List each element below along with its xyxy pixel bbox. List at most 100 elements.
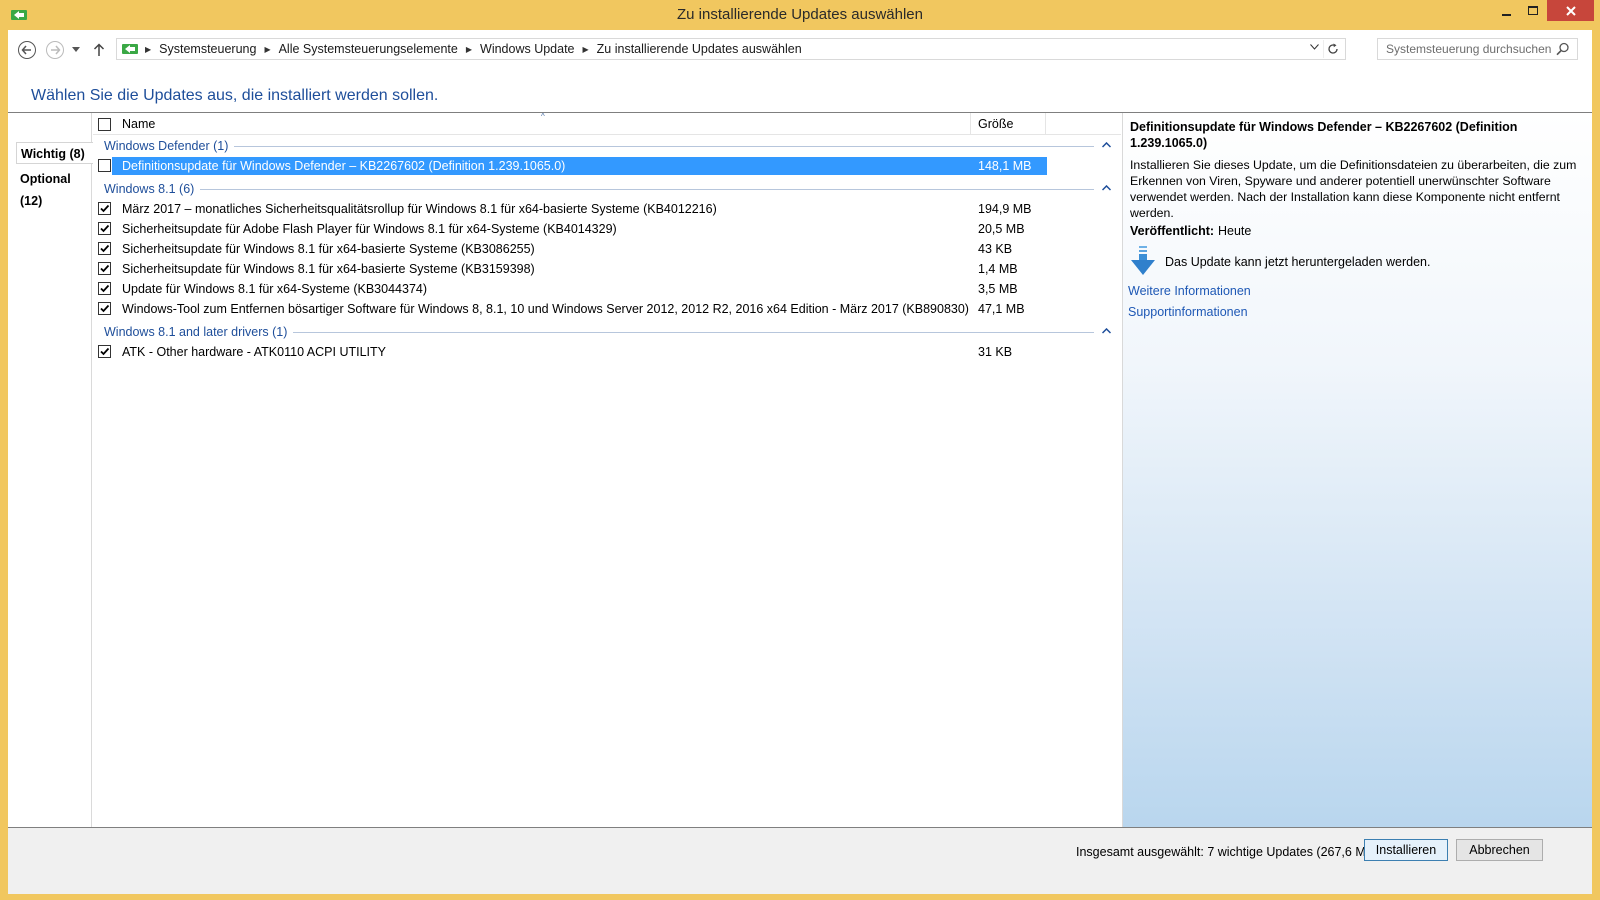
close-button[interactable]	[1547, 0, 1594, 21]
footer: Insgesamt ausgewählt: 7 wichtige Updates…	[8, 828, 1592, 894]
breadcrumb-separator-icon[interactable]: ▶	[583, 45, 589, 54]
breadcrumb-separator-icon[interactable]: ▶	[466, 45, 472, 54]
update-size: 148,1 MB	[978, 159, 1032, 173]
update-name: März 2017 – monatliches Sicherheitsquali…	[122, 202, 717, 216]
details-description: Installieren Sie dieses Update, um die D…	[1130, 158, 1577, 220]
chevron-up-icon	[1101, 185, 1111, 191]
close-icon	[1565, 5, 1576, 16]
back-button[interactable]	[16, 39, 38, 61]
update-name: Sicherheitsupdate für Windows 8.1 für x6…	[122, 262, 535, 276]
group-label: Windows 8.1 (6)	[104, 182, 201, 196]
group-header-windows-defender: Windows Defender (1)	[93, 136, 1121, 156]
update-row[interactable]: Windows-Tool zum Entfernen bösartiger So…	[93, 299, 1121, 319]
update-row[interactable]: Sicherheitsupdate für Adobe Flash Player…	[93, 219, 1121, 239]
update-name: Sicherheitsupdate für Windows 8.1 für x6…	[122, 242, 535, 256]
group-header-drivers: Windows 8.1 and later drivers (1)	[93, 322, 1121, 342]
group-divider	[104, 189, 1094, 190]
window-body: ▶ Systemsteuerung ▶ Alle Systemsteuerung…	[8, 30, 1592, 894]
page-title: Wählen Sie die Updates aus, die installi…	[31, 87, 439, 104]
back-arrow-icon	[18, 41, 36, 59]
address-bar[interactable]: ▶ Systemsteuerung ▶ Alle Systemsteuerung…	[116, 38, 1346, 60]
minimize-button[interactable]	[1494, 0, 1520, 21]
breadcrumb-item[interactable]: Alle Systemsteuerungselemente	[279, 42, 458, 56]
more-info-link[interactable]: Weitere Informationen	[1128, 284, 1251, 298]
collapse-group-button[interactable]	[1099, 181, 1113, 195]
update-checkbox[interactable]	[98, 345, 111, 358]
category-important[interactable]: Wichtig (8)	[16, 142, 96, 164]
up-button[interactable]	[90, 39, 108, 61]
update-name: Sicherheitsupdate für Adobe Flash Player…	[122, 222, 617, 236]
update-row[interactable]: März 2017 – monatliches Sicherheitsquali…	[93, 199, 1121, 219]
refresh-button[interactable]	[1323, 40, 1341, 58]
sort-ascending-icon: ^	[541, 112, 545, 121]
chevron-up-icon	[1101, 328, 1111, 334]
update-list: Name ^ Größe Windows Defender (1) Defini…	[93, 112, 1121, 827]
update-checkbox[interactable]	[98, 202, 111, 215]
title-bar: Zu installierende Updates auswählen	[0, 0, 1600, 30]
update-name: Definitionsupdate für Windows Defender –…	[122, 159, 566, 173]
address-dropdown-icon[interactable]	[1310, 42, 1319, 53]
group-label: Windows 8.1 and later drivers (1)	[104, 325, 294, 339]
maximize-button[interactable]	[1520, 0, 1546, 21]
details-pane: Definitionsupdate für Windows Defender –…	[1122, 113, 1592, 827]
update-size: 31 KB	[978, 345, 1013, 359]
breadcrumb-separator-icon[interactable]: ▶	[264, 45, 270, 54]
search-input[interactable]	[1377, 38, 1578, 60]
update-checkbox[interactable]	[98, 262, 111, 275]
group-header-windows-8-1: Windows 8.1 (6)	[93, 179, 1121, 199]
navigation-bar: ▶ Systemsteuerung ▶ Alle Systemsteuerung…	[8, 30, 1592, 70]
group-label: Windows Defender (1)	[104, 139, 235, 153]
update-checkbox[interactable]	[98, 242, 111, 255]
update-checkbox[interactable]	[98, 282, 111, 295]
collapse-group-button[interactable]	[1099, 324, 1113, 338]
update-row[interactable]: Definitionsupdate für Windows Defender –…	[93, 156, 1121, 176]
recent-locations-button[interactable]	[69, 39, 83, 61]
update-checkbox[interactable]	[98, 222, 111, 235]
published-label: Veröffentlicht:	[1130, 224, 1215, 238]
support-info-link[interactable]: Supportinformationen	[1128, 305, 1248, 319]
select-all-checkbox[interactable]	[98, 118, 111, 131]
update-size: 1,4 MB	[978, 262, 1018, 276]
download-arrow-icon	[1131, 246, 1155, 275]
update-row[interactable]: Update für Windows 8.1 für x64-Systeme (…	[93, 279, 1121, 299]
update-row[interactable]: ATK - Other hardware - ATK0110 ACPI UTIL…	[93, 342, 1121, 362]
breadcrumb-item[interactable]: Windows Update	[480, 42, 575, 56]
up-arrow-icon	[93, 43, 105, 56]
group-divider	[104, 146, 1094, 147]
refresh-icon	[1327, 43, 1338, 54]
update-size: 194,9 MB	[978, 202, 1032, 216]
update-row[interactable]: Sicherheitsupdate für Windows 8.1 für x6…	[93, 239, 1121, 259]
column-name-header[interactable]: Name	[122, 117, 155, 131]
update-row[interactable]: Sicherheitsupdate für Windows 8.1 für x6…	[93, 259, 1121, 279]
cancel-button[interactable]: Abbrechen	[1456, 839, 1543, 861]
update-checkbox[interactable]	[98, 302, 111, 315]
breadcrumb-separator-icon: ▶	[145, 44, 152, 54]
category-panel: Wichtig (8) Optional (12)	[8, 113, 96, 827]
update-size: 20,5 MB	[978, 222, 1025, 236]
minimize-icon	[1502, 13, 1511, 16]
download-status: Das Update kann jetzt heruntergeladen we…	[1165, 255, 1431, 269]
breadcrumb-item[interactable]: Systemsteuerung	[159, 42, 256, 56]
published-value: Heute	[1218, 224, 1252, 238]
chevron-down-icon	[72, 47, 80, 52]
install-button[interactable]: Installieren	[1364, 839, 1448, 861]
maximize-icon	[1528, 5, 1538, 15]
update-name: Update für Windows 8.1 für x64-Systeme (…	[122, 282, 428, 296]
update-name: Windows-Tool zum Entfernen bösartiger So…	[122, 302, 969, 316]
forward-button[interactable]	[44, 39, 66, 61]
update-size: 3,5 MB	[978, 282, 1018, 296]
search-icon[interactable]	[1556, 42, 1570, 56]
update-checkbox[interactable]	[98, 159, 111, 172]
details-title: Definitionsupdate für Windows Defender –…	[1130, 120, 1518, 150]
chevron-up-icon	[1101, 142, 1111, 148]
breadcrumb-item[interactable]: Zu installierende Updates auswählen	[597, 42, 802, 56]
control-panel-icon	[122, 44, 138, 54]
category-optional[interactable]: Optional (12)	[16, 168, 96, 208]
column-header: Name ^ Größe	[93, 112, 1121, 135]
window-title: Zu installierende Updates auswählen	[677, 6, 923, 23]
column-size-header[interactable]: Größe	[978, 117, 1013, 131]
update-name: ATK - Other hardware - ATK0110 ACPI UTIL…	[122, 345, 386, 359]
total-selected-text: Insgesamt ausgewählt: 7 wichtige Updates…	[1076, 845, 1379, 859]
collapse-group-button[interactable]	[1099, 138, 1113, 152]
update-size: 43 KB	[978, 242, 1013, 256]
